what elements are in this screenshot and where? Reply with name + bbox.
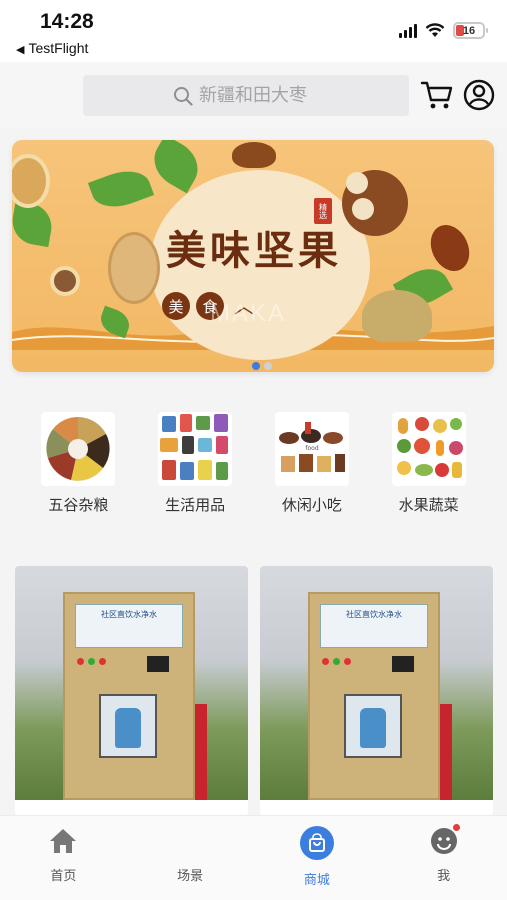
- machine-screen: 社区直饮水净水: [75, 604, 183, 648]
- carousel-indicators[interactable]: [252, 362, 272, 370]
- tab-scene[interactable]: 场景: [127, 816, 254, 900]
- category-grains[interactable]: 五谷杂粮: [23, 400, 133, 520]
- search-bar[interactable]: [83, 75, 409, 116]
- battery-level: 16: [462, 24, 476, 37]
- svg-text:food: food: [305, 445, 318, 452]
- category-label: 五谷杂粮: [48, 496, 109, 514]
- battery-icon: 16: [453, 22, 488, 39]
- status-time: 14:28: [40, 10, 94, 33]
- daily-goods-icon: [158, 412, 233, 486]
- back-triangle-icon: ◀: [16, 44, 25, 56]
- leaf-decoration: [12, 200, 56, 248]
- bottom-tab-bar: 首页 场景 商城 我: [0, 815, 507, 900]
- search-icon: [174, 86, 193, 106]
- machine-screen-title: 社区直饮水净水: [101, 610, 157, 619]
- tab-profile[interactable]: 我: [380, 816, 507, 900]
- top-header: [0, 62, 507, 128]
- product-image: 社区直饮水净水: [15, 566, 248, 800]
- machine-screen: 社区直饮水净水: [320, 604, 428, 648]
- system-icons: 16: [399, 22, 488, 39]
- snacks-icon: food: [274, 412, 349, 486]
- banner-watermark: MAKA: [210, 300, 287, 327]
- banner-slide[interactable]: 美味坚果 精选 美 食 ︿ MAKA: [12, 140, 494, 372]
- product-image: 社区直饮水净水: [260, 566, 493, 800]
- category-fruit-vegetable[interactable]: 水果蔬菜: [374, 400, 484, 520]
- machine-screen-title: 社区直饮水净水: [346, 610, 402, 619]
- category-grid: 五谷杂粮 生活用品 food 休闲小吃 水果蔬菜: [0, 400, 507, 520]
- tab-label: 我: [437, 869, 451, 884]
- profile-icon: [429, 823, 461, 856]
- banner-seal: 精选: [314, 198, 332, 224]
- tab-label: 场景: [177, 869, 204, 884]
- home-icon: [48, 826, 78, 856]
- fruit-vegetable-icon: [391, 412, 466, 486]
- macadamia-icon: [12, 154, 50, 208]
- carousel-dot-active[interactable]: [252, 362, 260, 370]
- back-app-label: TestFlight: [28, 40, 89, 56]
- grains-icon: [41, 412, 116, 486]
- pine-cone-icon: [362, 290, 432, 342]
- banner-carousel[interactable]: 美味坚果 精选 美 食 ︿ MAKA: [0, 134, 507, 374]
- macadamia-icon: [346, 172, 368, 194]
- search-input[interactable]: [199, 85, 319, 106]
- category-label: 水果蔬菜: [398, 496, 459, 514]
- banner-tag: 美: [162, 292, 190, 320]
- notification-badge: [451, 823, 461, 832]
- user-icon[interactable]: [462, 78, 496, 112]
- walnut-icon: [50, 266, 80, 296]
- category-label: 生活用品: [165, 496, 226, 514]
- tab-label: 首页: [50, 869, 77, 884]
- status-bar: 14:28 ◀ TestFlight 16: [0, 0, 507, 62]
- category-snacks[interactable]: food 休闲小吃: [257, 400, 367, 520]
- back-to-app-link[interactable]: ◀ TestFlight: [16, 40, 88, 56]
- walnut-icon: [232, 142, 276, 168]
- carousel-dot[interactable]: [264, 362, 272, 370]
- category-daily-goods[interactable]: 生活用品: [140, 400, 250, 520]
- banner-title: 美味坚果: [166, 227, 342, 274]
- bread-icon: [108, 232, 160, 304]
- tab-home[interactable]: 首页: [0, 816, 127, 900]
- macadamia-icon: [352, 198, 374, 220]
- category-label: 休闲小吃: [281, 496, 342, 514]
- wifi-icon: [425, 23, 445, 37]
- product-card[interactable]: 社区直饮水净水: [260, 566, 493, 816]
- vending-machine-image: 社区直饮水净水: [63, 592, 207, 800]
- shop-icon: [299, 826, 334, 860]
- leaf-decoration: [87, 163, 155, 215]
- cellular-signal-icon: [399, 23, 417, 38]
- scene-icon: [175, 826, 205, 856]
- tab-shop[interactable]: 商城: [254, 816, 381, 900]
- vending-machine-image: 社区直饮水净水: [308, 592, 452, 800]
- product-card[interactable]: 社区直饮水净水: [15, 566, 248, 816]
- tab-label: 商城: [303, 873, 330, 888]
- cart-icon[interactable]: [420, 78, 454, 112]
